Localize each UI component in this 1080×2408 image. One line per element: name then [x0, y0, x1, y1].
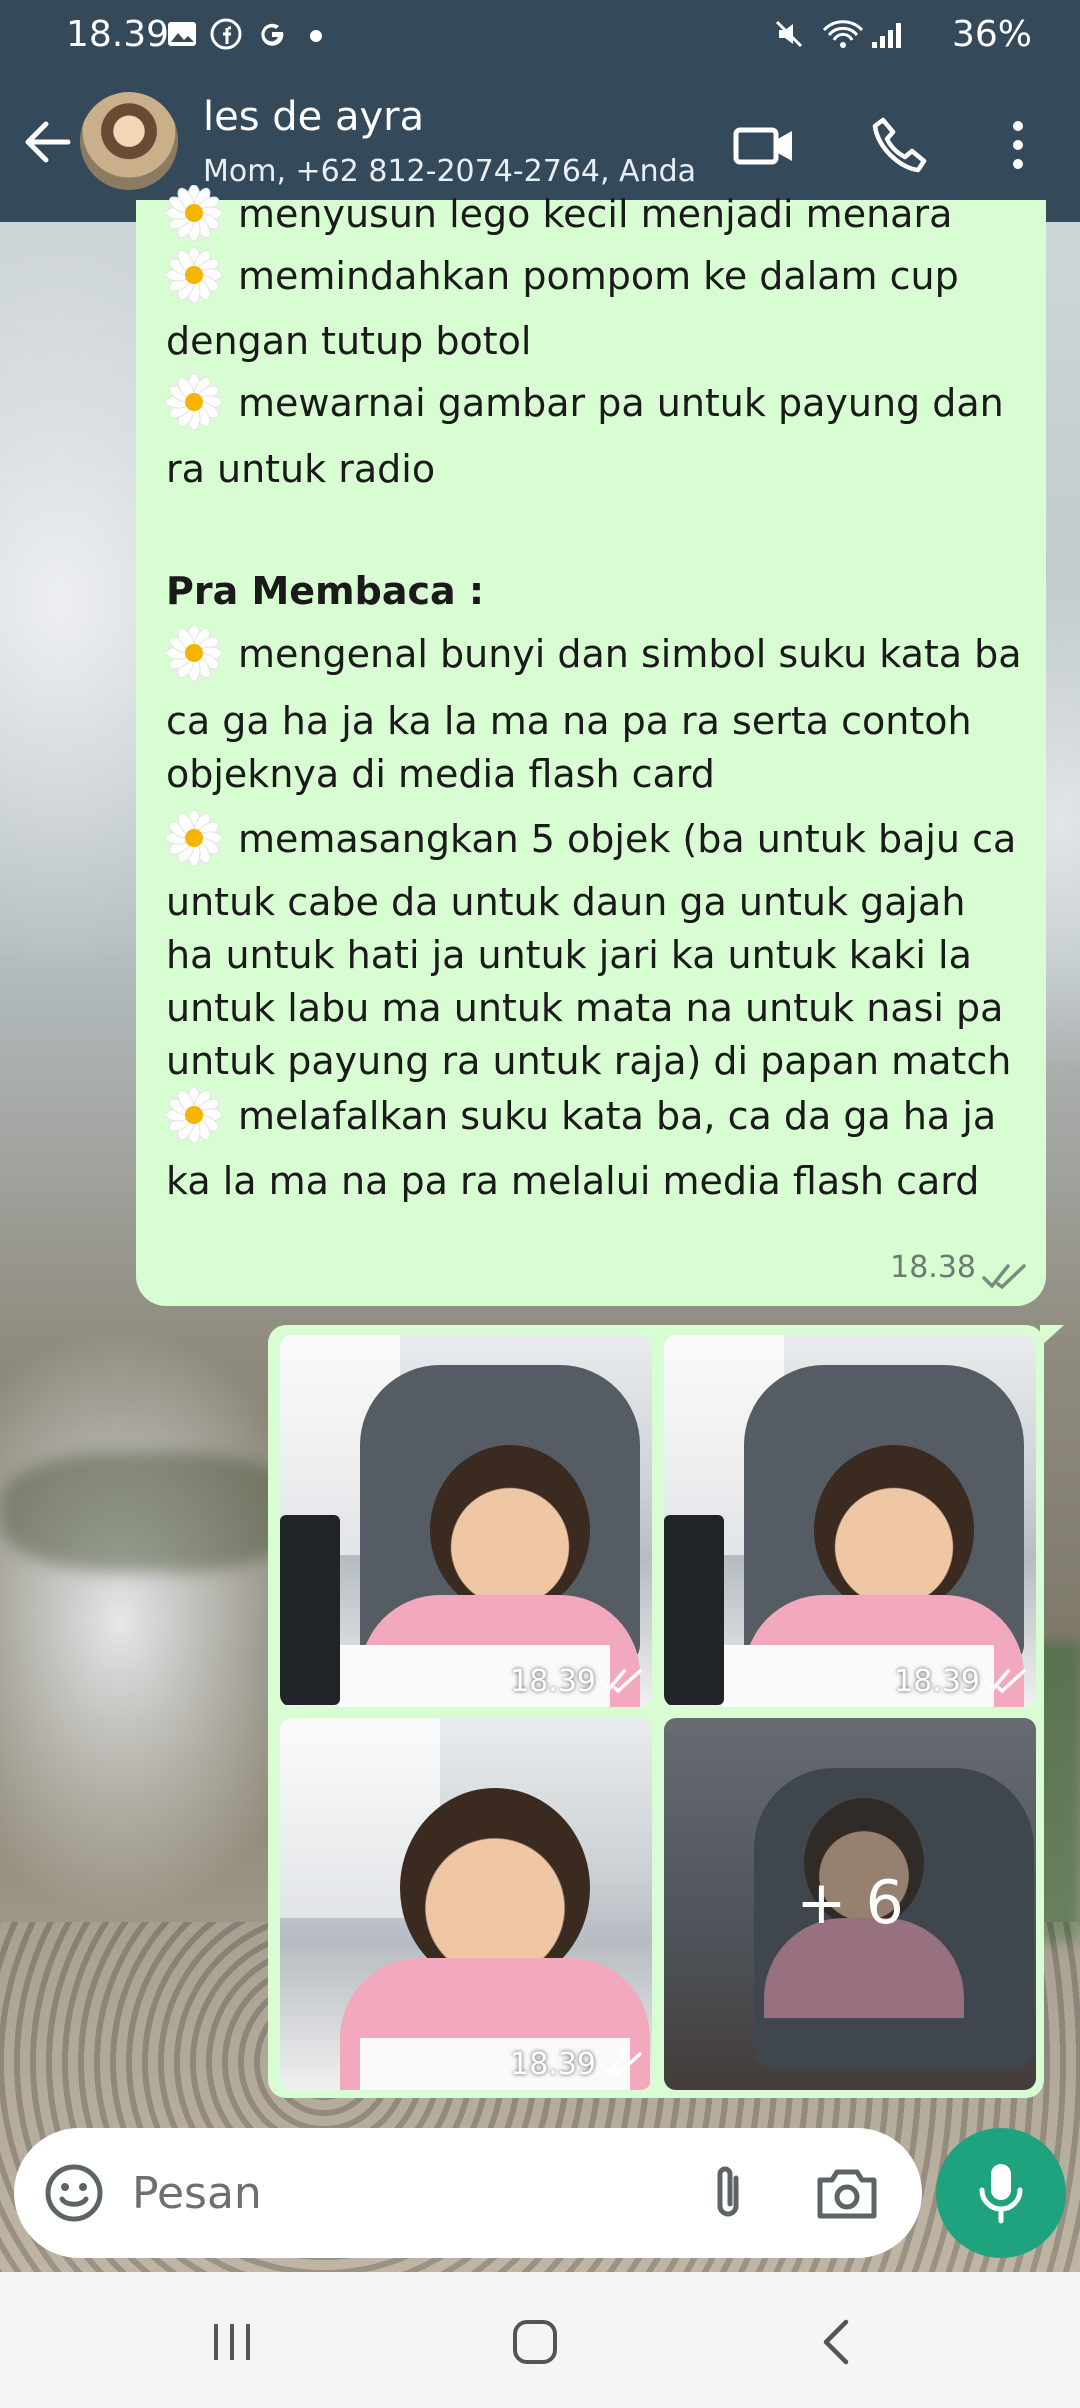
daisy-emoji-icon: [166, 373, 222, 430]
facebook-icon: [210, 18, 242, 50]
photo-thumbnail[interactable]: 18.39: [280, 1718, 652, 2090]
message-line: untuk cabe da untuk daun ga untuk gajah: [166, 876, 965, 929]
avatar[interactable]: [80, 92, 178, 190]
message-time: 18.38: [890, 1250, 976, 1285]
recent-apps-icon[interactable]: [202, 2312, 262, 2372]
message-line: melafalkan suku kata ba, ca da ga ha ja: [166, 1086, 997, 1147]
message-line-text: ra untuk radio: [166, 447, 436, 491]
home-icon[interactable]: [505, 2312, 565, 2372]
bubble-tail: [1040, 1325, 1064, 1347]
double-check-icon: [600, 2052, 642, 2077]
photo-thumbnail-more[interactable]: + 6: [664, 1718, 1036, 2090]
message-input[interactable]: [132, 2158, 692, 2228]
message-line-text: menyusun lego kecil menjadi menara: [238, 192, 953, 236]
video-call-icon[interactable]: [730, 110, 800, 180]
daisy-emoji-icon: [166, 246, 222, 303]
message-line-text: melafalkan suku kata ba, ca da ga ha ja: [238, 1094, 997, 1138]
message-line: ra untuk radio: [166, 443, 435, 496]
message-line-text: mengenal bunyi dan simbol suku kata ba: [238, 632, 1022, 676]
message-line-text: memasangkan 5 objek (ba untuk baju ca: [238, 817, 1017, 861]
daisy-emoji-icon: [166, 184, 222, 241]
message-line: ha untuk hati ja untuk jari ka untuk kak…: [166, 929, 972, 982]
message-bubble[interactable]: menyusun lego kecil menjadi menara memind…: [136, 184, 1046, 1306]
photo-thumbnail[interactable]: 18.39: [280, 1335, 652, 1707]
message-line: mengenal bunyi dan simbol suku kata ba: [166, 624, 1022, 685]
chat-title[interactable]: les de ayra: [203, 94, 424, 140]
daisy-emoji-icon: [166, 809, 222, 866]
photo-time: 18.39: [510, 1664, 596, 1699]
microphone-icon: [979, 2164, 1023, 2224]
attachment-icon[interactable]: [696, 2160, 762, 2226]
message-heading: Pra Membaca :: [166, 565, 484, 618]
camera-icon[interactable]: [812, 2160, 882, 2226]
message-line-text: ca ga ha ja ka la ma na pa ra serta cont…: [166, 699, 972, 743]
message-line: menyusun lego kecil menjadi menara: [166, 184, 953, 245]
status-time: 18.39: [66, 14, 170, 55]
wifi-icon: [822, 20, 864, 48]
daisy-emoji-icon: [166, 624, 222, 681]
message-line-text: memindahkan pompom ke dalam cup: [238, 254, 959, 298]
battery-percent: 36%: [951, 14, 1032, 55]
message-line-text: untuk payung ra untuk raja) di papan mat…: [166, 1039, 1012, 1083]
more-vert-icon[interactable]: [990, 110, 1060, 180]
message-line-text: untuk cabe da untuk daun ga untuk gajah: [166, 880, 966, 924]
message-line-text: untuk labu ma untuk mata na untuk nasi p…: [166, 986, 1004, 1030]
message-line-text: Pra Membaca :: [166, 569, 485, 613]
message-line: ka la ma na pa ra melalui media flash ca…: [166, 1155, 979, 1208]
message-line-text: ka la ma na pa ra melalui media flash ca…: [166, 1159, 980, 1203]
message-line-text: mewarnai gambar pa untuk payung dan: [238, 381, 1004, 425]
message-line: dengan tutup botol: [166, 315, 531, 368]
microphone-button[interactable]: [936, 2128, 1066, 2258]
message-line: ca ga ha ja ka la ma na pa ra serta cont…: [166, 695, 972, 748]
signal-icon: [872, 23, 901, 48]
dot-icon: [310, 30, 322, 42]
back-arrow-icon[interactable]: [18, 112, 78, 172]
google-icon: [261, 23, 284, 46]
daisy-emoji-icon: [166, 1086, 222, 1143]
chat-subtitle[interactable]: Mom, +62 812-2074-2764, Anda: [203, 154, 696, 189]
double-check-icon: [600, 1669, 642, 1694]
message-line: objeknya di media flash card: [166, 748, 715, 801]
photo-time: 18.39: [510, 2047, 596, 2082]
emoji-icon[interactable]: [42, 2161, 106, 2225]
message-line: mewarnai gambar pa untuk payung dan: [166, 373, 1004, 434]
media-grid-bubble[interactable]: 18.39 18.39 18.39 + 6: [268, 1325, 1044, 2098]
status-bar: 18.39 36%: [0, 0, 1080, 70]
message-line: memasangkan 5 objek (ba untuk baju ca: [166, 809, 1017, 870]
gallery-icon: [168, 22, 196, 46]
message-line-text: objeknya di media flash card: [166, 752, 715, 796]
message-line-text: ha untuk hati ja untuk jari ka untuk kak…: [166, 933, 972, 977]
message-line: untuk labu ma untuk mata na untuk nasi p…: [166, 982, 1003, 1035]
message-line: untuk payung ra untuk raja) di papan mat…: [166, 1035, 1011, 1088]
photo-thumbnail[interactable]: 18.39: [664, 1335, 1036, 1707]
nav-back-icon[interactable]: [808, 2312, 868, 2372]
photo-time: 18.39: [894, 1664, 980, 1699]
mute-icon: [775, 20, 803, 48]
double-check-icon: [984, 1669, 1026, 1694]
message-line: memindahkan pompom ke dalam cup: [166, 246, 959, 307]
double-check-icon: [982, 1264, 1026, 1290]
phone-icon[interactable]: [865, 110, 935, 180]
message-line-text: dengan tutup botol: [166, 319, 532, 363]
more-media-count: + 6: [796, 1868, 904, 1938]
message-composer: [14, 2128, 922, 2258]
system-nav-bar: [0, 2272, 1080, 2408]
